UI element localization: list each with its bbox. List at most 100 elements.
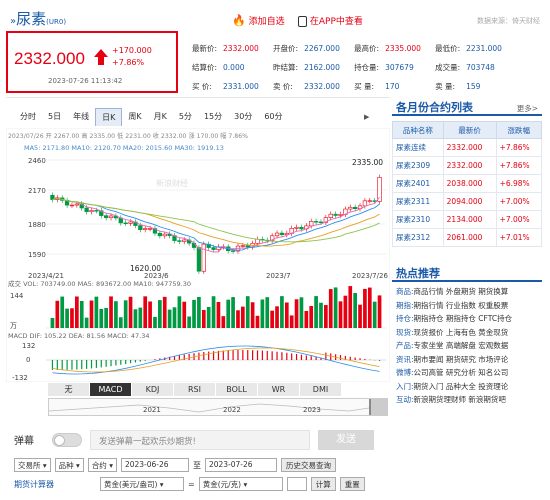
end-date-input[interactable]: 2023-07-26 <box>204 458 277 472</box>
hot-links[interactable]: 期指持仓 期指持仓 CFTC持仓 <box>414 314 513 323</box>
stat-label: 最新价: <box>192 44 218 53</box>
candle <box>108 215 114 219</box>
list-item: 持仓:期指持仓 期指持仓 CFTC持仓 <box>396 313 512 326</box>
danmu-input[interactable]: 发送弹幕一起欢乐炒期货! <box>90 430 310 450</box>
contracts-col-header: 最新价 <box>442 121 497 139</box>
volume-bar <box>143 296 148 328</box>
table-row[interactable]: 尿素2309 2332.000 +7.86% <box>392 156 543 175</box>
table-row[interactable]: 尿素2401 2038.000 +6.98% <box>392 174 543 193</box>
contract-name[interactable]: 尿素2310 <box>392 210 444 229</box>
candle <box>338 214 343 216</box>
danmu-send-button[interactable]: 发送 <box>318 430 374 450</box>
volume-bar <box>275 306 279 328</box>
kline-info: 2023/07/26 开 2267.00 高 2335.00 低 2231.00… <box>8 132 248 140</box>
variety-select[interactable]: 品种 ▾ <box>54 458 84 472</box>
tab-period[interactable]: 5分 <box>173 108 198 125</box>
tab-indicator[interactable]: 无 <box>48 383 90 396</box>
tab-indicator[interactable]: DMI <box>300 383 342 396</box>
reset-button[interactable]: 重置 <box>339 477 365 491</box>
candle <box>294 227 299 229</box>
tab-indicator[interactable]: KDJ <box>132 383 174 396</box>
tab-indicator[interactable]: BOLL <box>216 383 258 396</box>
hot-links[interactable]: 期货入门 品种大全 投资理论 <box>414 382 509 391</box>
volume-bar <box>319 302 323 328</box>
volume-bar <box>104 307 108 328</box>
contract-name[interactable]: 尿素2401 <box>392 174 444 193</box>
tab-period[interactable]: 年线 <box>67 108 95 125</box>
volume-bar <box>294 299 299 328</box>
volume-bar <box>153 316 157 328</box>
kline-svg: 2023/07/26 开 2267.00 高 2335.00 低 2231.00… <box>6 128 390 382</box>
commodity-name: 尿素 <box>16 10 47 28</box>
table-row[interactable]: 尿素2310 2134.000 +7.00% <box>392 210 543 229</box>
range-navigator[interactable] <box>48 398 388 416</box>
candle <box>89 210 94 213</box>
volume-bar <box>260 299 265 328</box>
hot-links[interactable]: 商品行情 外盘期货 期货换算 <box>414 287 509 296</box>
quote-box: 2332.000 +170.000 +7.86% 2023-07-26 11:1… <box>6 31 178 93</box>
volume-bar <box>172 307 177 328</box>
tab-indicator[interactable]: WR <box>258 383 300 396</box>
macd-tick: 132 <box>22 342 35 350</box>
x-tick-label: 2023/4/21 <box>28 272 64 280</box>
table-row[interactable]: 尿素2311 2094.000 +7.00% <box>392 192 543 211</box>
hot-links[interactable]: 期市要闻 期货研究 市场评论 <box>414 355 509 364</box>
tab-indicator[interactable]: MACD <box>90 383 132 396</box>
contract-name[interactable]: 尿素2309 <box>392 156 444 175</box>
volume-bar <box>206 306 211 328</box>
tab-period[interactable]: 60分 <box>258 108 288 125</box>
contract-select[interactable]: 合约 ▾ <box>87 458 117 472</box>
table-row[interactable]: 尿素2312 2061.000 +7.01% <box>392 228 543 247</box>
volume-bar <box>84 317 89 328</box>
tab-period[interactable]: 月K <box>148 108 173 125</box>
app-view-button[interactable]: 在APP中查看 <box>298 14 363 27</box>
volume-bar <box>50 318 55 328</box>
hot-category: 入门: <box>396 381 414 391</box>
tab-period[interactable]: 30分 <box>228 108 258 125</box>
navigator-handle[interactable] <box>369 399 387 415</box>
start-date-input[interactable]: 2023-06-26 <box>120 458 189 472</box>
hot-links[interactable]: 新浪期货理财师 新浪期货吧 <box>414 395 506 404</box>
volume-bar <box>236 310 240 328</box>
equals-label: = <box>188 479 195 489</box>
history-query-row: 交易所 ▾ 品种 ▾ 合约 ▾ 2023-06-26 至 2023-07-26 … <box>14 458 336 472</box>
volume-bar <box>133 309 138 328</box>
volume-bar <box>65 308 69 328</box>
contract-name[interactable]: 尿素2312 <box>392 228 444 247</box>
hot-links[interactable]: 期指行情 行业指数 权重股票 <box>414 301 509 310</box>
contracts-more-link[interactable]: 更多> <box>517 103 538 114</box>
tab-period[interactable]: 周K <box>122 108 147 125</box>
volume-bar <box>138 307 143 328</box>
exchange-select[interactable]: 交易所 ▾ <box>14 458 51 472</box>
add-watch-button[interactable]: 🔥 添加自选 <box>232 14 285 27</box>
tab-period[interactable]: 日K <box>95 108 123 126</box>
tab-indicator[interactable]: RSI <box>174 383 216 396</box>
exchange-label: 交易所 <box>18 461 41 470</box>
tab-period[interactable]: 15分 <box>198 108 228 125</box>
volume-bar <box>333 287 338 328</box>
hot-links[interactable]: 公司高管 研究分析 知名公司 <box>414 368 509 377</box>
hot-links[interactable]: 专家坐堂 高端解盘 宏观数据 <box>414 341 509 350</box>
tab-period[interactable]: 5日 <box>42 108 67 125</box>
expand-icon[interactable]: ▶ <box>364 113 369 121</box>
candle <box>157 232 162 237</box>
hot-title: 热点推荐 <box>396 267 440 280</box>
calc-value-input[interactable] <box>286 477 307 491</box>
contract-name[interactable]: 尿素2311 <box>392 192 444 211</box>
contract-name[interactable]: 尿素连续 <box>392 138 444 157</box>
contract-pct: +7.00% <box>495 210 543 229</box>
y-tick-label: 2170 <box>28 187 46 195</box>
macd-tick: 0 <box>26 356 30 364</box>
tab-period[interactable]: 分时 <box>14 108 42 125</box>
volume-bar <box>99 308 104 328</box>
hot-links[interactable]: 现货报价 上海有色 黄金现货 <box>414 328 509 337</box>
hot-category: 持仓: <box>396 314 414 323</box>
calc-button[interactable]: 计算 <box>310 477 336 491</box>
table-row[interactable]: 尿素连续 2332.000 +7.86% <box>392 138 543 157</box>
danmu-toggle[interactable] <box>52 433 82 447</box>
calc-to-select[interactable]: 黄金(元/克) ▾ <box>198 477 283 491</box>
history-query-button[interactable]: 历史交易查询 <box>280 458 336 472</box>
calc-from-select[interactable]: 黄金(美元/盎司) ▾ <box>100 477 184 491</box>
phone-icon <box>298 16 307 27</box>
candle <box>318 221 324 224</box>
